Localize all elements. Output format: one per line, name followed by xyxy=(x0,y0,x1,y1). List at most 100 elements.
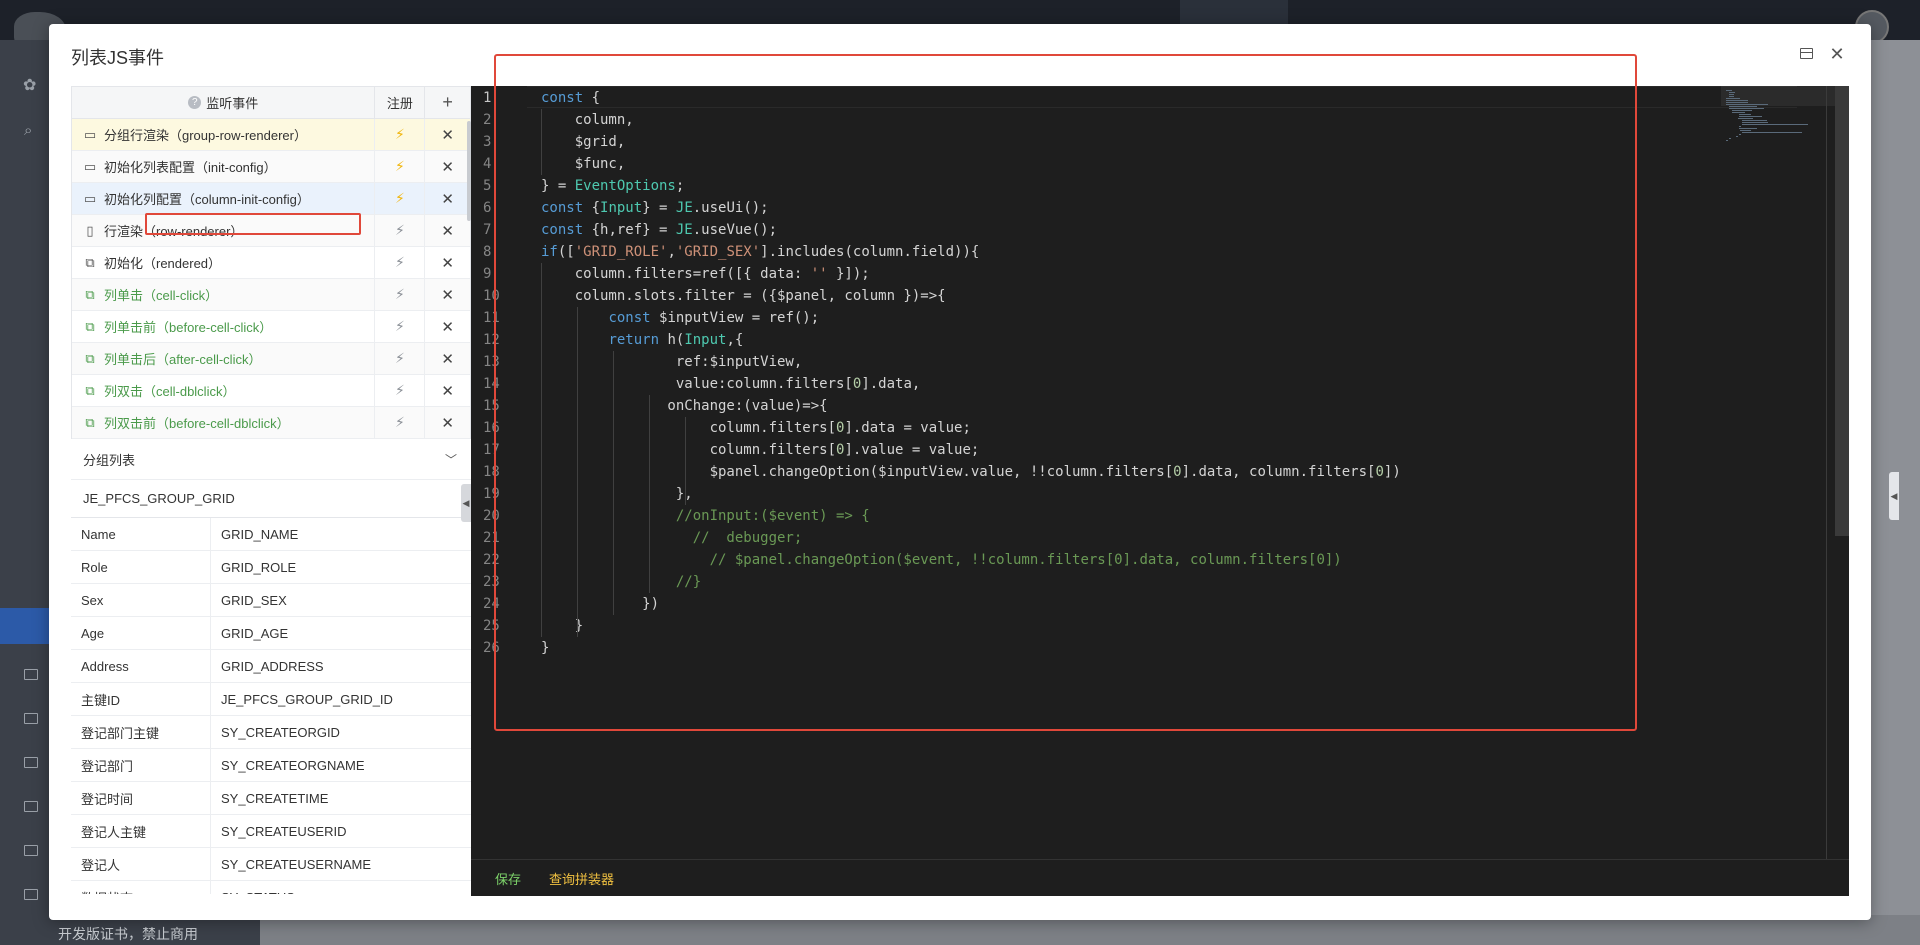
field-row[interactable]: Address GRID_ADDRESS xyxy=(71,650,471,683)
field-code: SY_CREATEUSERNAME xyxy=(221,856,372,872)
devices-icon: ⧉ xyxy=(85,286,95,302)
event-name[interactable]: ⧉ 列单击后（after-cell-click） xyxy=(72,343,376,374)
delete-icon[interactable]: ✕ xyxy=(425,279,470,310)
register-bolt-icon[interactable]: ⚡ xyxy=(375,279,426,310)
group-list-header[interactable]: 分组列表 ﹀ xyxy=(71,439,471,479)
field-row[interactable]: Role GRID_ROLE xyxy=(71,551,471,584)
event-row[interactable]: ⧉ 初始化（rendered） ⚡ ✕ xyxy=(72,247,470,279)
minimap-line xyxy=(1729,94,1734,95)
event-row[interactable]: ⧉ 列双击前（before-cell-dblclick） ⚡ ✕ xyxy=(72,407,470,439)
register-bolt-icon[interactable]: ⚡ xyxy=(375,183,426,214)
indent-guide xyxy=(685,417,686,505)
field-row[interactable]: Name GRID_NAME xyxy=(71,518,471,551)
event-label: 初始化（rendered） xyxy=(104,256,222,271)
laptop-icon: ▭ xyxy=(83,158,97,174)
devices-icon: ⧉ xyxy=(85,318,95,334)
field-row[interactable]: 登记人 SY_CREATEUSERNAME xyxy=(71,848,471,881)
field-row[interactable]: Age GRID_AGE xyxy=(71,617,471,650)
field-name: Name xyxy=(71,518,211,550)
delete-icon[interactable]: ✕ xyxy=(425,407,470,438)
field-row[interactable]: 主键ID JE_PFCS_GROUP_GRID_ID xyxy=(71,683,471,716)
register-bolt-icon[interactable]: ⚡ xyxy=(375,119,426,150)
collapse-right-icon[interactable]: ◀ xyxy=(1889,472,1899,520)
code-text: const $inputView = ref(); xyxy=(541,307,819,329)
code-token: const xyxy=(608,310,651,326)
code-token: column.filters[ xyxy=(541,442,837,458)
code-token: ].includes(column.field)){ xyxy=(760,244,980,260)
register-header: 注册 xyxy=(375,87,426,118)
field-row[interactable]: 登记部门 SY_CREATEORGNAME xyxy=(71,749,471,782)
help-icon[interactable]: ? xyxy=(188,96,202,109)
delete-icon[interactable]: ✕ xyxy=(425,151,470,182)
event-label: 列单击前（before-cell-click） xyxy=(104,320,273,335)
delete-icon[interactable]: ✕ xyxy=(425,183,470,214)
event-name[interactable]: ⧉ 初始化（rendered） xyxy=(72,247,376,278)
register-bolt-icon[interactable]: ⚡ xyxy=(375,407,426,438)
minimap-line xyxy=(1729,108,1765,109)
delete-icon[interactable]: ✕ xyxy=(425,247,470,278)
code-token: column.filters=ref([{ data: xyxy=(541,266,811,282)
event-name[interactable]: ▭ 初始化列表配置（init-config） xyxy=(72,151,376,182)
close-icon[interactable]: ✕ xyxy=(1829,45,1845,63)
collapse-left-icon[interactable]: ◀ xyxy=(461,484,471,522)
event-row[interactable]: ⧉ 列单击后（after-cell-click） ⚡ ✕ xyxy=(72,343,470,375)
register-bolt-icon[interactable]: ⚡ xyxy=(375,375,426,406)
editor-scrollbar[interactable] xyxy=(1835,86,1849,536)
event-row[interactable]: ⧉ 列单击（cell-click） ⚡ ✕ xyxy=(72,279,470,311)
field-row[interactable]: Sex GRID_SEX xyxy=(71,584,471,617)
event-name[interactable]: ▭ 初始化列配置（column-init-config） xyxy=(72,183,376,214)
register-bolt-icon[interactable]: ⚡ xyxy=(375,247,426,278)
code-token: column, xyxy=(541,112,634,128)
delete-icon[interactable]: ✕ xyxy=(425,343,470,374)
delete-icon[interactable]: ✕ xyxy=(425,215,470,246)
code-line: 1 const { xyxy=(471,87,1849,109)
event-name[interactable]: ⧉ 列单击前（before-cell-click） xyxy=(72,311,376,342)
event-row[interactable]: ▭ 初始化列表配置（init-config） ⚡ ✕ xyxy=(72,151,470,183)
field-row[interactable]: 登记部门主键 SY_CREATEORGID xyxy=(71,716,471,749)
save-button[interactable]: 保存 xyxy=(495,869,521,888)
field-code: GRID_SEX xyxy=(221,592,287,608)
delete-icon[interactable]: ✕ xyxy=(425,375,470,406)
minimap-line xyxy=(1742,122,1768,123)
code-line: 19 }, xyxy=(471,483,1849,505)
document-icon xyxy=(24,713,38,724)
code-text: column.filters[0].data = value; xyxy=(541,417,971,439)
chevron-down-icon[interactable]: ﹀ xyxy=(445,451,457,468)
event-row[interactable]: ▯ 行渲染（row-renderer） ⚡ ✕ xyxy=(72,215,470,247)
event-name[interactable]: ⧉ 列双击前（before-cell-dblclick） xyxy=(72,407,376,438)
delete-icon[interactable]: ✕ xyxy=(425,311,470,342)
register-bolt-icon[interactable]: ⚡ xyxy=(375,343,426,374)
field-row[interactable]: 登记时间 SY_CREATETIME xyxy=(71,782,471,815)
minimap-line xyxy=(1738,128,1758,129)
maximize-icon[interactable] xyxy=(1798,46,1814,62)
line-number: 25 xyxy=(483,618,500,634)
query-builder-button[interactable]: 查询拼装器 xyxy=(549,869,614,888)
field-code: GRID_NAME xyxy=(221,526,299,542)
event-row[interactable]: ▭ 初始化列配置（column-init-config） ⚡ ✕ xyxy=(72,183,470,215)
event-row[interactable]: ⧉ 列双击（cell-dblclick） ⚡ ✕ xyxy=(72,375,470,407)
line-number: 2 xyxy=(483,112,492,128)
event-row[interactable]: ⧉ 列单击前（before-cell-click） ⚡ ✕ xyxy=(72,311,470,343)
minimap-line xyxy=(1726,104,1768,105)
code-line: 8 if(['GRID_ROLE','GRID_SEX'].includes(co… xyxy=(471,241,1849,263)
field-code: SY_STATUS xyxy=(211,881,471,895)
code-area[interactable]: 1 const {2 column, 3 $grid, 4 $func, 5} = Ev… xyxy=(471,86,1849,859)
event-label: 初始化列配置（column-init-config） xyxy=(104,192,310,207)
register-bolt-icon[interactable]: ⚡ xyxy=(375,151,426,182)
field-row[interactable]: 登记人主键 SY_CREATEUSERID xyxy=(71,815,471,848)
register-bolt-icon[interactable]: ⚡ xyxy=(375,215,426,246)
register-bolt-icon[interactable]: ⚡ xyxy=(375,311,426,342)
field-row[interactable]: 数据状态SY_STATUS xyxy=(71,881,471,894)
code-editor[interactable]: 1 const {2 column, 3 $grid, 4 $func, 5} = Ev… xyxy=(471,86,1849,896)
code-line: 16 column.filters[0].data = value; xyxy=(471,417,1849,439)
event-name[interactable]: ⧉ 列双击（cell-dblclick） xyxy=(72,375,376,406)
add-event-button[interactable]: + xyxy=(425,87,470,118)
event-row[interactable]: ▭ 分组行渲染（group-row-renderer） ⚡ ✕ xyxy=(72,119,470,151)
event-name[interactable]: ⧉ 列单击（cell-click） xyxy=(72,279,376,310)
minimap[interactable] xyxy=(1726,86,1836,146)
delete-icon[interactable]: ✕ xyxy=(425,119,470,150)
event-name[interactable]: ▭ 分组行渲染（group-row-renderer） xyxy=(72,119,376,150)
event-name[interactable]: ▯ 行渲染（row-renderer） xyxy=(72,215,376,246)
laptop-icon: ▭ xyxy=(83,126,97,142)
